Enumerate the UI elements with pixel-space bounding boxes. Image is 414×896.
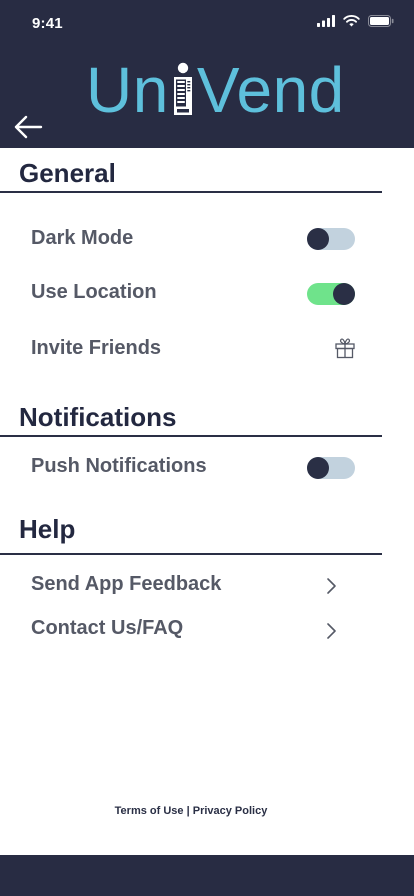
status-icons xyxy=(317,15,394,27)
use-location-label: Use Location xyxy=(31,281,157,303)
univend-logo: Un Vend xyxy=(86,52,345,128)
section-title-help: Help xyxy=(19,514,76,544)
dark-mode-label: Dark Mode xyxy=(31,227,134,249)
chevron-right-icon[interactable] xyxy=(325,577,337,595)
chevron-right-icon[interactable] xyxy=(325,622,337,640)
push-notifications-toggle[interactable] xyxy=(307,457,355,479)
privacy-policy-link[interactable]: Privacy Policy xyxy=(193,805,268,817)
bottom-bar xyxy=(0,855,414,896)
footer-links: Terms of Use | Privacy Policy xyxy=(0,805,382,817)
footer-separator: | xyxy=(183,805,193,817)
vending-machine-icon xyxy=(171,52,195,128)
toggle-knob xyxy=(333,283,355,305)
app-header: 9:41 Un Vend xyxy=(0,0,414,148)
logo-text-left: Un xyxy=(86,54,169,126)
section-divider-notifications xyxy=(0,435,382,437)
status-time: 9:41 xyxy=(32,15,63,32)
cellular-signal-icon xyxy=(317,15,335,27)
invite-friends-label[interactable]: Invite Friends xyxy=(31,337,161,360)
battery-icon xyxy=(368,15,394,27)
section-title-notifications: Notifications xyxy=(19,402,177,432)
back-arrow-icon[interactable] xyxy=(12,112,44,142)
push-notifications-label: Push Notifications xyxy=(31,455,207,477)
send-feedback-label[interactable]: Send App Feedback xyxy=(31,573,221,596)
dark-mode-toggle[interactable] xyxy=(307,228,355,250)
toggle-knob xyxy=(307,228,329,250)
section-divider-help xyxy=(0,553,382,555)
section-title-general: General xyxy=(19,158,116,188)
toggle-knob xyxy=(307,457,329,479)
terms-of-use-link[interactable]: Terms of Use xyxy=(115,805,184,817)
use-location-toggle[interactable] xyxy=(307,283,355,305)
logo-text-right: Vend xyxy=(196,54,345,126)
contact-faq-label[interactable]: Contact Us/FAQ xyxy=(31,617,183,640)
wifi-icon xyxy=(343,15,360,27)
section-divider-general xyxy=(0,191,382,193)
gift-icon[interactable] xyxy=(334,337,356,359)
